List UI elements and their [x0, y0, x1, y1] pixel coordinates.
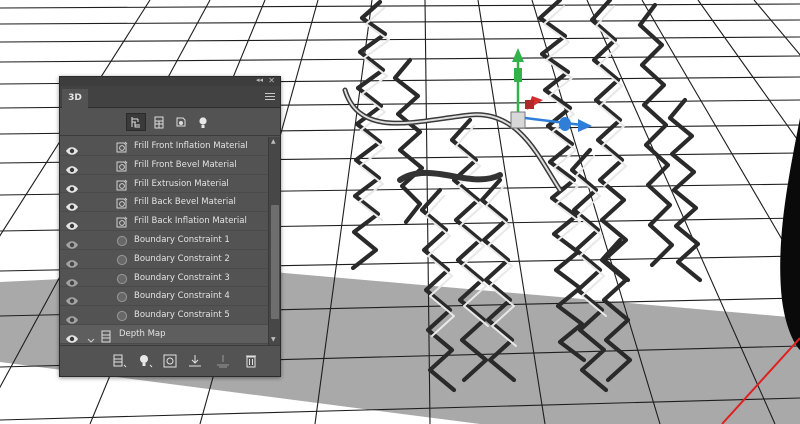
- new-mesh-icon[interactable]: [111, 353, 127, 369]
- collapse-panel-icon[interactable]: ◂◂: [256, 76, 263, 85]
- visibility-eye-icon[interactable]: [65, 329, 79, 343]
- scrollbar-thumb[interactable]: [271, 205, 279, 319]
- material-icon: [115, 139, 129, 153]
- visibility-eye-icon[interactable]: [65, 235, 79, 249]
- align-icon[interactable]: [215, 353, 231, 369]
- scroll-down-icon[interactable]: ▼: [271, 336, 276, 343]
- material-icon: [115, 158, 129, 172]
- delete-icon[interactable]: [243, 353, 259, 369]
- new-light-icon[interactable]: [137, 353, 153, 369]
- meshes-filter-icon[interactable]: [149, 113, 169, 131]
- mesh-icon: [101, 328, 111, 343]
- close-icon[interactable]: ✕: [268, 76, 275, 85]
- layer-label: Frill Front Inflation Material: [134, 141, 248, 151]
- constraint-icon: [115, 289, 129, 303]
- layer-row[interactable]: Frill Back Bevel Material: [60, 193, 268, 213]
- layer-label: Boundary Constraint 5: [134, 310, 230, 321]
- layer-row[interactable]: Boundary Constraint 2: [60, 250, 268, 269]
- visibility-eye-icon[interactable]: [65, 179, 79, 193]
- lights-filter-icon[interactable]: [193, 113, 213, 131]
- gizmo-z-handle: [559, 117, 571, 131]
- tab-3d[interactable]: 3D: [62, 89, 88, 108]
- layer-row[interactable]: Frill Back Inflation Material: [60, 212, 268, 231]
- visibility-eye-icon[interactable]: [65, 197, 79, 212]
- visibility-eye-icon[interactable]: [65, 310, 79, 324]
- visibility-eye-icon[interactable]: [65, 160, 79, 174]
- panel-tabbar: 3D: [60, 86, 280, 108]
- layer-row[interactable]: Boundary Constraint 4: [60, 287, 268, 307]
- layer-row[interactable]: Boundary Constraint 3: [60, 269, 268, 288]
- layer-label: Frill Extrusion Material: [134, 178, 229, 189]
- chevron-down-icon[interactable]: [87, 330, 95, 343]
- layer-list-scrollbar[interactable]: ▲ ▼: [268, 137, 280, 345]
- render-icon[interactable]: [162, 353, 178, 369]
- gizmo-center-cube: [510, 111, 526, 129]
- layer-row[interactable]: Boundary Constraint 5: [60, 306, 268, 325]
- layer-label: Boundary Constraint 2: [134, 253, 230, 264]
- drop-to-ground-icon[interactable]: [187, 353, 203, 369]
- material-icon: [115, 195, 129, 209]
- constraint-icon: [115, 308, 129, 322]
- layer-label: Depth Map: [119, 328, 166, 339]
- layer-row[interactable]: Frill Front Bevel Material: [60, 156, 268, 175]
- layer-label: Frill Back Bevel Material: [134, 197, 236, 208]
- filter-toolbar: [60, 108, 280, 136]
- layer-label: Frill Front Bevel Material: [134, 159, 237, 170]
- material-icon: [115, 177, 129, 191]
- layer-row[interactable]: Frill Front Inflation Material: [60, 137, 268, 156]
- panel-bottom-toolbar: [60, 345, 280, 376]
- layer-row-depth-map[interactable]: Depth Map: [60, 324, 268, 344]
- whole-scene-icon[interactable]: [126, 113, 146, 131]
- visibility-eye-icon[interactable]: [65, 273, 79, 287]
- visibility-eye-icon[interactable]: [65, 291, 79, 306]
- scene-layer-list[interactable]: Frill Front Inflation Material Frill Fron…: [60, 137, 268, 345]
- layer-label: Boundary Constraint 4: [134, 291, 230, 302]
- 3d-panel: ◂◂ ✕ 3D Frill Front Inflation Material Fr…: [59, 76, 281, 377]
- visibility-eye-icon[interactable]: [65, 216, 79, 230]
- visibility-eye-icon[interactable]: [65, 254, 79, 268]
- constraint-icon: [115, 252, 129, 266]
- scroll-up-icon[interactable]: ▲: [271, 138, 276, 145]
- material-icon: [115, 214, 129, 228]
- layer-row[interactable]: Boundary Constraint 1: [60, 231, 268, 250]
- materials-filter-icon[interactable]: [171, 113, 191, 131]
- constraint-icon: [115, 233, 129, 247]
- visibility-eye-icon[interactable]: [65, 141, 79, 155]
- layer-label: Boundary Constraint 3: [134, 272, 230, 283]
- layer-label: Boundary Constraint 1: [134, 234, 230, 245]
- layer-label: Frill Back Inflation Material: [134, 216, 247, 227]
- constraint-icon: [115, 271, 129, 285]
- layer-row[interactable]: Frill Extrusion Material: [60, 175, 268, 194]
- panel-menu-icon[interactable]: [265, 93, 275, 101]
- panel-titlebar[interactable]: ◂◂ ✕: [60, 76, 280, 86]
